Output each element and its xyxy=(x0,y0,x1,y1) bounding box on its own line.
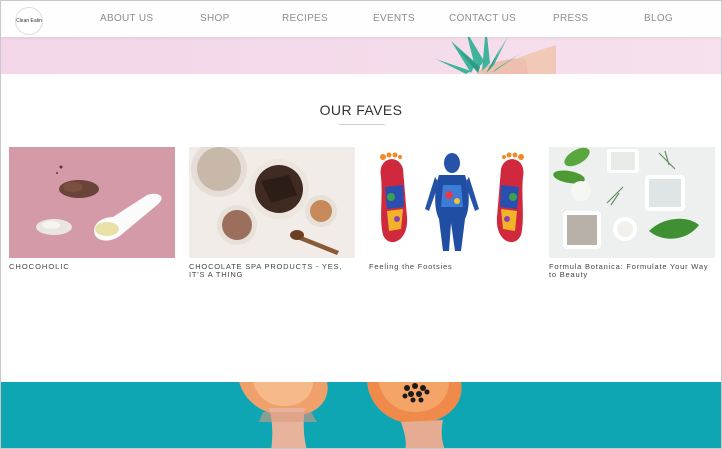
page-frame: Clean Eatin ABOUT US SHOP RECIPES EVENTS… xyxy=(0,0,722,449)
fave-card-chocolate-spa[interactable]: CHOCOLATE SPA PRODUCTS - YES, IT'S A THI… xyxy=(189,147,355,279)
hero-banner-bottom xyxy=(1,382,721,448)
papaya-hands-image xyxy=(1,382,721,448)
site-logo[interactable]: Clean Eatin xyxy=(15,7,43,35)
chocolate-spa-bowls-image xyxy=(189,147,355,258)
card-caption[interactable]: CHOCOHOLIC xyxy=(9,263,175,271)
title-divider xyxy=(339,124,385,125)
nav-link-blog[interactable]: BLOG xyxy=(644,13,673,24)
cocoa-powder-spoon-image xyxy=(9,147,175,258)
card-caption[interactable]: CHOCOLATE SPA PRODUCTS - YES, IT'S A THI… xyxy=(189,263,355,279)
fave-card-formula-botanica[interactable]: Formula Botanica: Formulate Your Way to … xyxy=(549,147,715,279)
fave-card-chocoholic[interactable]: CHOCOHOLIC xyxy=(9,147,175,271)
reflexology-feet-chart-image xyxy=(369,147,535,258)
nav-link-events[interactable]: EVENTS xyxy=(373,13,415,24)
nav-link-about-us[interactable]: ABOUT US xyxy=(100,13,153,24)
logo-text: Clean Eatin xyxy=(16,17,42,24)
botanical-clay-powders-image xyxy=(549,147,715,258)
top-navigation: Clean Eatin ABOUT US SHOP RECIPES EVENTS… xyxy=(1,1,721,37)
fave-card-feeling-the-footsies[interactable]: Feeling the Footsies xyxy=(369,147,535,271)
card-caption[interactable]: Formula Botanica: Formulate Your Way to … xyxy=(549,263,715,279)
card-caption[interactable]: Feeling the Footsies xyxy=(369,263,535,271)
nav-link-shop[interactable]: SHOP xyxy=(200,13,230,24)
nav-link-press[interactable]: PRESS xyxy=(553,13,588,24)
nav-link-recipes[interactable]: RECIPES xyxy=(282,13,328,24)
section-title: OUR FAVES xyxy=(319,102,403,118)
nav-link-contact-us[interactable]: CONTACT US xyxy=(449,13,516,24)
